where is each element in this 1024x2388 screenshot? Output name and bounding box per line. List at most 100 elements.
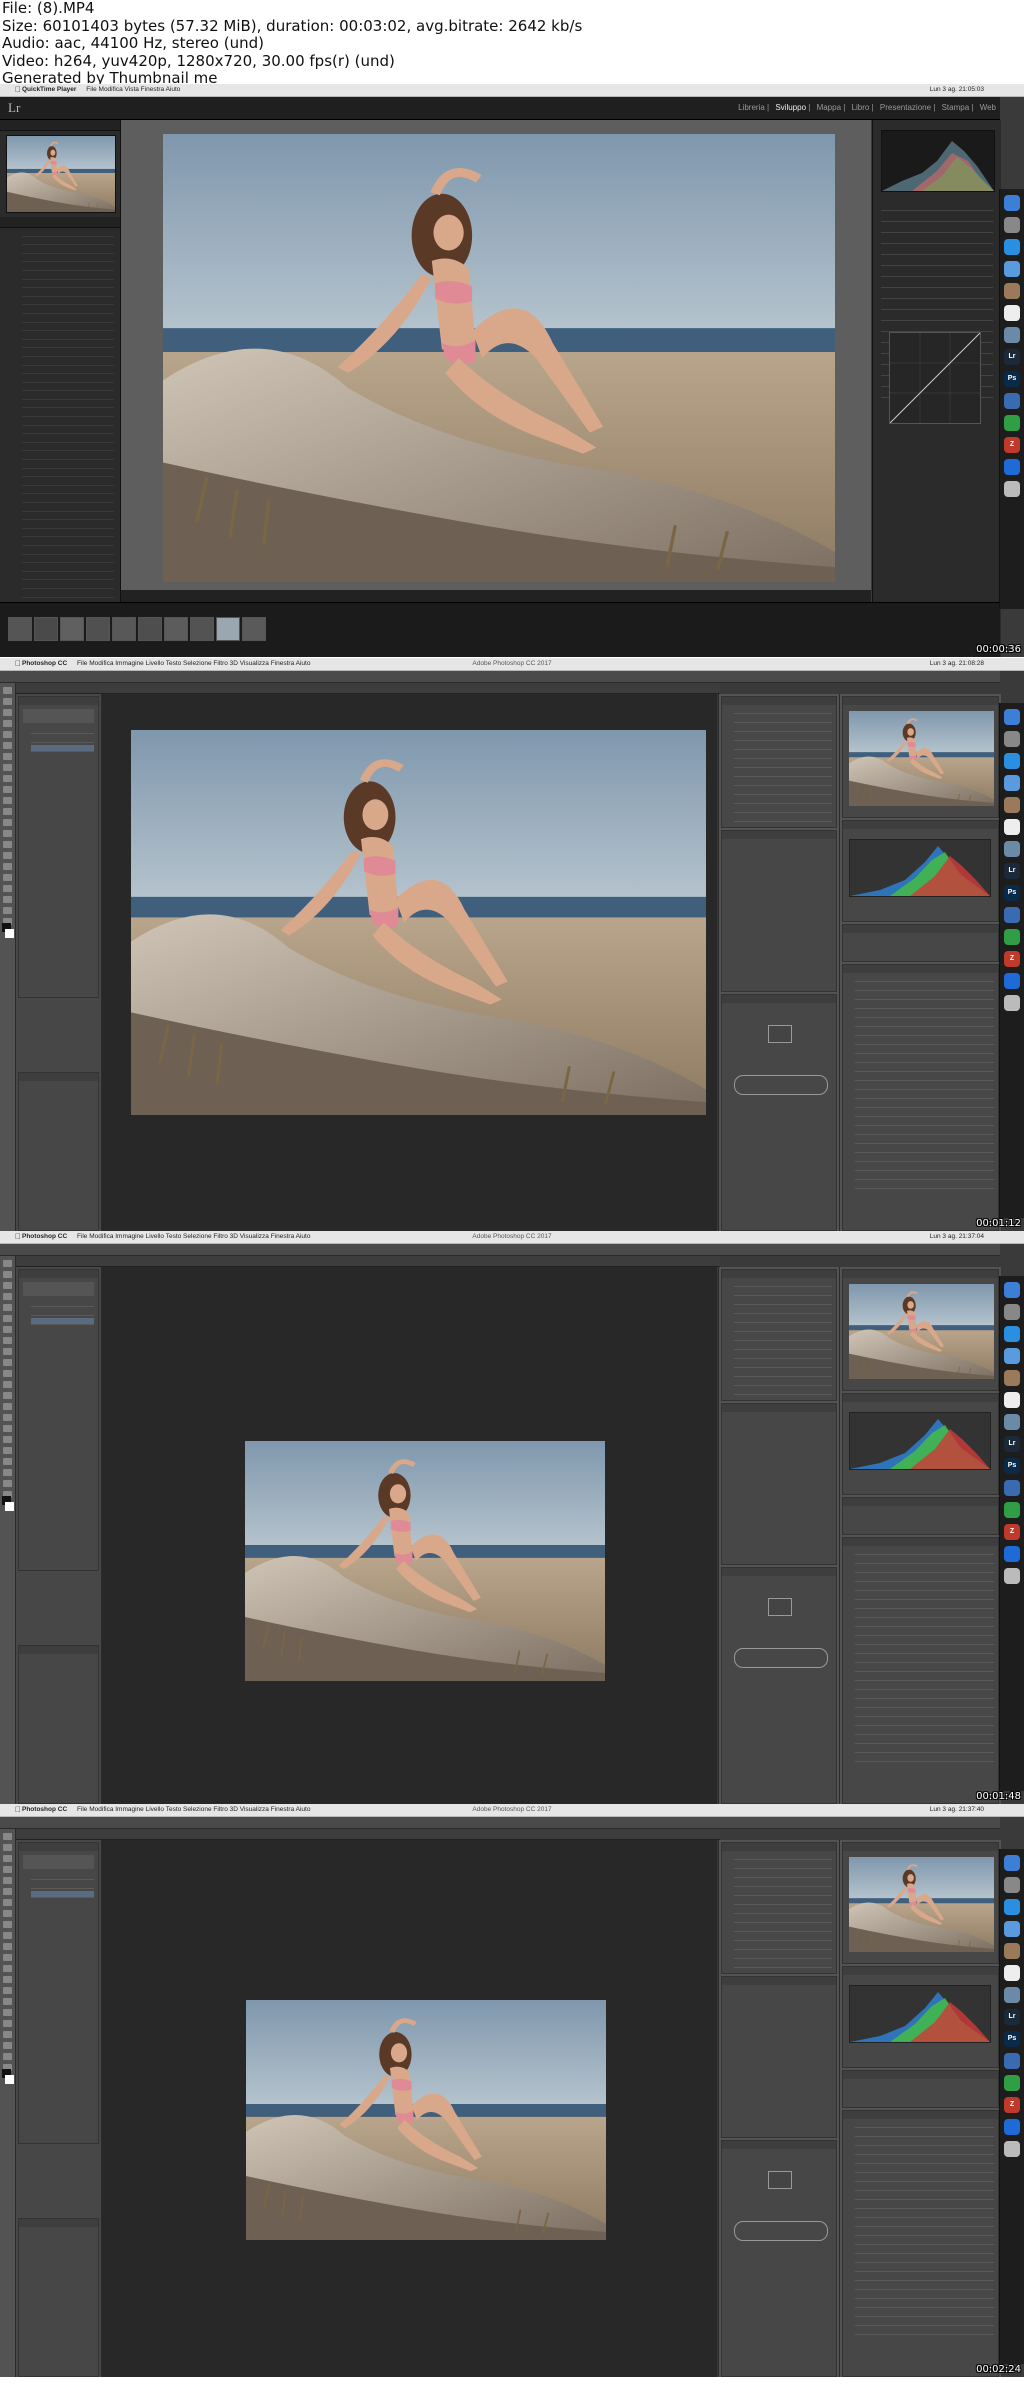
history-snapshot[interactable]: [23, 1855, 94, 1869]
device-connect-button[interactable]: [734, 2221, 828, 2241]
preset-item[interactable]: [22, 564, 114, 572]
action-item[interactable]: [734, 1370, 832, 1377]
action-item[interactable]: [734, 1871, 832, 1878]
preset-item[interactable]: [22, 478, 114, 486]
actions-tab[interactable]: [722, 697, 836, 705]
properties-tab[interactable]: [722, 831, 836, 839]
layer-row[interactable]: [855, 1065, 994, 1072]
layers-tab[interactable]: [843, 1538, 998, 1546]
action-item[interactable]: [734, 1880, 832, 1887]
tool-icon[interactable]: [3, 1998, 12, 2005]
action-item[interactable]: [734, 797, 832, 804]
mail-icon[interactable]: [1004, 261, 1020, 277]
layer-row[interactable]: [855, 1629, 994, 1636]
preset-item[interactable]: [22, 495, 114, 503]
layer-row[interactable]: [855, 2283, 994, 2290]
preset-item[interactable]: [22, 298, 114, 306]
preset-item[interactable]: [22, 409, 114, 418]
document-tab[interactable]: [16, 1256, 720, 1267]
layer-row[interactable]: [855, 1638, 994, 1645]
calendar-icon[interactable]: [1004, 1965, 1020, 1981]
trash-icon[interactable]: [1004, 995, 1020, 1011]
tool-icon[interactable]: [3, 775, 12, 782]
document-tab[interactable]: [16, 683, 720, 694]
device-preview-tab[interactable]: [722, 995, 836, 1003]
layer-row[interactable]: [855, 2175, 994, 2182]
app-icon[interactable]: [1004, 2053, 1020, 2069]
tool-icon[interactable]: [3, 1425, 12, 1432]
layer-row[interactable]: [855, 2310, 994, 2317]
app-icon[interactable]: [1004, 393, 1020, 409]
history-step[interactable]: [31, 727, 94, 734]
layer-row[interactable]: [855, 1656, 994, 1663]
layer-row[interactable]: [855, 1611, 994, 1618]
layer-row[interactable]: [855, 1674, 994, 1681]
preset-item[interactable]: [22, 306, 114, 314]
tool-icon[interactable]: [3, 1888, 12, 1895]
layer-row[interactable]: [855, 2229, 994, 2236]
document-canvas[interactable]: [102, 694, 717, 1231]
background-color-swatch[interactable]: [5, 1502, 14, 1511]
history-tab[interactable]: [19, 1843, 98, 1851]
preview-icon[interactable]: [1004, 841, 1020, 857]
preset-item[interactable]: [22, 538, 114, 546]
layer-row[interactable]: [855, 1092, 994, 1099]
preview-icon[interactable]: [1004, 1987, 1020, 2003]
tool-icon[interactable]: [3, 1315, 12, 1322]
tool-icon[interactable]: [3, 1932, 12, 1939]
contacts-icon[interactable]: [1004, 797, 1020, 813]
history-step[interactable]: [31, 736, 94, 743]
preset-item[interactable]: [22, 590, 114, 598]
history-step[interactable]: [31, 1873, 94, 1880]
filmstrip-thumbnail[interactable]: [216, 617, 240, 641]
teamviewer-icon[interactable]: [1004, 1546, 1020, 1562]
action-item[interactable]: [734, 1307, 832, 1314]
adjustment-slider[interactable]: [881, 249, 993, 255]
layer-row[interactable]: [855, 2328, 994, 2335]
preset-item[interactable]: [22, 263, 114, 271]
tool-icon[interactable]: [3, 1414, 12, 1421]
tool-icon[interactable]: [3, 797, 12, 804]
layer-row[interactable]: [855, 2202, 994, 2209]
action-item[interactable]: [734, 788, 832, 795]
launchpad-icon[interactable]: [1004, 217, 1020, 233]
tool-icon[interactable]: [3, 1866, 12, 1873]
preset-item[interactable]: [22, 246, 114, 254]
layer-row[interactable]: [855, 1584, 994, 1591]
layer-row[interactable]: [855, 984, 994, 991]
contacts-icon[interactable]: [1004, 1370, 1020, 1386]
adjustment-slider[interactable]: [881, 293, 993, 299]
tool-icon[interactable]: [3, 753, 12, 760]
layer-row[interactable]: [855, 2157, 994, 2164]
tool-icon[interactable]: [3, 874, 12, 881]
preset-item[interactable]: [22, 349, 114, 357]
action-item[interactable]: [734, 707, 832, 714]
action-item[interactable]: [734, 1898, 832, 1905]
preview-icon[interactable]: [1004, 327, 1020, 343]
preset-item[interactable]: [22, 272, 114, 280]
action-item[interactable]: [734, 1943, 832, 1950]
filezilla-icon[interactable]: Z: [1004, 437, 1020, 453]
tool-icon[interactable]: [3, 1480, 12, 1487]
safari-icon[interactable]: [1004, 753, 1020, 769]
module-stampa[interactable]: Stampa: [942, 103, 970, 112]
layer-row[interactable]: [855, 1692, 994, 1699]
adjustment-slider[interactable]: [881, 282, 993, 288]
filmstrip-thumbnail[interactable]: [86, 617, 110, 641]
preset-item[interactable]: [22, 281, 114, 289]
tool-icon[interactable]: [3, 863, 12, 870]
preset-item[interactable]: [22, 530, 114, 538]
tool-icon[interactable]: [3, 1359, 12, 1366]
actions-tab[interactable]: [722, 1270, 836, 1278]
photoshop-icon[interactable]: Ps: [1004, 371, 1020, 387]
layer-row[interactable]: [855, 1101, 994, 1108]
preset-item[interactable]: [22, 444, 114, 452]
mail-icon[interactable]: [1004, 1921, 1020, 1937]
layer-row[interactable]: [855, 1575, 994, 1582]
layer-row[interactable]: [855, 2319, 994, 2326]
action-item[interactable]: [734, 1334, 832, 1341]
preset-item[interactable]: [22, 367, 114, 375]
preset-item[interactable]: [22, 487, 114, 495]
menu-items[interactable]: File Modifica Immagine Livello Testo Sel…: [77, 1231, 311, 1243]
preset-item[interactable]: [22, 375, 114, 383]
